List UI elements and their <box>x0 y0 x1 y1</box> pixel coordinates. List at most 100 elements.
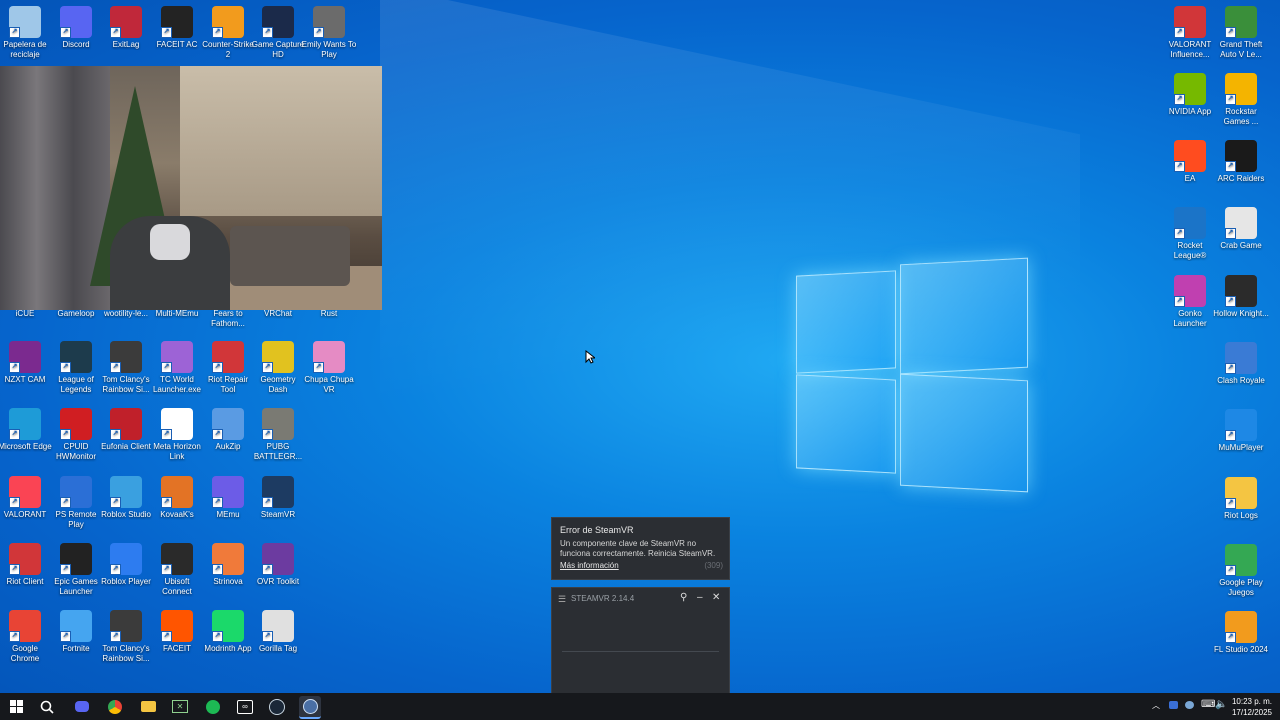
desktop-icon[interactable]: ↗ FACEIT AC <box>149 6 205 50</box>
desktop-icon-label: Riot Logs <box>1224 511 1258 520</box>
desktop-icon[interactable]: ↗ Papelera de reciclaje <box>0 6 53 60</box>
steamvr-error-notification[interactable]: Error de SteamVR Un componente clave de … <box>551 517 730 580</box>
desktop-icon[interactable]: ↗ League of Legends <box>48 341 104 395</box>
shortcut-arrow-icon: ↗ <box>262 27 273 38</box>
desktop-icon-label: Strinova <box>213 577 243 586</box>
desktop-icon-label[interactable]: iCUE <box>0 309 53 319</box>
steam-icon[interactable] <box>266 696 288 717</box>
desktop-icon[interactable]: ↗ Tom Clancy's Rainbow Si... <box>98 610 154 664</box>
notification-title: Error de SteamVR <box>560 525 634 535</box>
meta-icon[interactable]: ∞ <box>234 696 256 717</box>
desktop-icon[interactable]: ↗ Modrinth App <box>200 610 256 654</box>
spotify-icon[interactable] <box>202 696 224 717</box>
desktop-icon[interactable]: ↗ Riot Client <box>0 543 53 587</box>
desktop-icon[interactable]: ↗ FL Studio 2024 <box>1213 611 1269 655</box>
desktop-icon[interactable]: ↗ Fortnite <box>48 610 104 654</box>
webcam-vr-headset <box>150 224 190 260</box>
shortcut-arrow-icon: ↗ <box>1225 363 1236 374</box>
start-icon[interactable] <box>5 696 27 717</box>
desktop-icon-label[interactable]: Gameloop <box>48 309 104 319</box>
crab-game-icon: ↗ <box>1225 207 1257 239</box>
file-explorer-icon[interactable] <box>137 696 159 717</box>
desktop-icon[interactable]: ↗ Discord <box>48 6 104 50</box>
desktop-icon-label: League of Legends <box>58 375 94 394</box>
desktop-icon[interactable]: ↗ Crab Game <box>1213 207 1269 251</box>
close-button[interactable]: ✕ <box>712 592 720 603</box>
desktop-icon[interactable]: ↗ Counter-Strike 2 <box>200 6 256 60</box>
tray-app-icon[interactable] <box>1185 701 1194 709</box>
desktop-icon-label-text: wootility-le... <box>103 309 148 318</box>
menu-icon[interactable]: ☰ <box>558 594 566 605</box>
desktop-icon[interactable]: ↗ Emily Wants To Play <box>301 6 357 60</box>
desktop-icon[interactable]: ↗ Strinova <box>200 543 256 587</box>
desktop-icon[interactable]: ↗ VALORANT Influence... <box>1162 6 1218 60</box>
chrome-icon[interactable] <box>104 696 126 717</box>
desktop-icon[interactable]: ↗ Google Play Juegos <box>1213 544 1269 598</box>
shortcut-arrow-icon: ↗ <box>110 27 121 38</box>
desktop-icon[interactable]: ↗ Eufonia Client <box>98 408 154 452</box>
desktop-icon[interactable]: ↗ ARC Raiders <box>1213 140 1269 184</box>
desktop-icon-label[interactable]: Rust <box>301 309 357 319</box>
desktop-icon-label[interactable]: Fears to Fathom... <box>200 309 256 329</box>
desktop-icon[interactable]: ↗ AukZip <box>200 408 256 452</box>
desktop-icon[interactable]: ↗ Clash Royale <box>1213 342 1269 386</box>
desktop-icon[interactable]: ↗ PS Remote Play <box>48 476 104 530</box>
desktop-icon-label[interactable]: Multi-MEmu <box>149 309 205 319</box>
desktop-icon[interactable]: ↗ Google Chrome <box>0 610 53 664</box>
desktop-icon[interactable]: ↗ CPUID HWMonitor <box>48 408 104 462</box>
desktop-icon[interactable]: ↗ Gonko Launcher <box>1162 275 1218 329</box>
desktop-icon[interactable]: ↗ NVIDIA App <box>1162 73 1218 117</box>
desktop-icon[interactable]: ↗ Hollow Knight... <box>1213 275 1269 319</box>
desktop-icon[interactable]: ↗ Microsoft Edge <box>0 408 53 452</box>
desktop-icon[interactable]: ↗ Chupa Chupa VR <box>301 341 357 395</box>
more-info-link[interactable]: Más información <box>560 561 619 570</box>
steamvr-window[interactable]: ☰ STEAMVR 2.14.4 ⚲ – ✕ <box>551 587 730 695</box>
gorilla-tag-icon: ↗ <box>262 610 294 642</box>
desktop-icon[interactable]: ↗ Ubisoft Connect <box>149 543 205 597</box>
desktop-icon[interactable]: ↗ Meta Horizon Link <box>149 408 205 462</box>
desktop-icon-label[interactable]: wootility-le... <box>98 309 154 319</box>
desktop-icon-label: Clash Royale <box>1217 376 1265 385</box>
desktop-icon[interactable]: ↗ Tom Clancy's Rainbow Si... <box>98 341 154 395</box>
desktop-icon-label: Tom Clancy's Rainbow Si... <box>102 375 150 394</box>
show-hidden-icons-chevron-icon[interactable]: ︿ <box>1152 700 1160 711</box>
desktop-icon[interactable]: ↗ NZXT CAM <box>0 341 53 385</box>
desktop-icon[interactable]: ↗ Epic Games Launcher <box>48 543 104 597</box>
desktop-icon[interactable]: ↗ PUBG BATTLEGR... <box>250 408 306 462</box>
desktop-icon[interactable]: ↗ Gorilla Tag <box>250 610 306 654</box>
discord-icon[interactable] <box>71 696 93 717</box>
desktop-icon[interactable]: ↗ ExitLag <box>98 6 154 50</box>
desktop-icon[interactable]: ↗ VALORANT <box>0 476 53 520</box>
desktop-icon[interactable]: ↗ MEmu <box>200 476 256 520</box>
taskbar-clock[interactable]: 10:23 p. m. 17/12/2025 <box>1232 696 1272 718</box>
desktop-icon[interactable]: ↗ SteamVR <box>250 476 306 520</box>
desktop-icon[interactable]: ↗ Grand Theft Auto V Le... <box>1213 6 1269 60</box>
xbox-icon[interactable]: ✕ <box>169 696 191 717</box>
desktop-icon[interactable]: ↗ Riot Logs <box>1213 477 1269 521</box>
desktop-icon-label[interactable]: VRChat <box>250 309 306 319</box>
desktop-icon[interactable]: ↗ FACEIT <box>149 610 205 654</box>
shortcut-arrow-icon: ↗ <box>60 429 71 440</box>
minimize-button[interactable]: – <box>697 592 703 603</box>
pin-icon[interactable]: ⚲ <box>680 592 687 603</box>
desktop-icon[interactable]: ↗ Geometry Dash <box>250 341 306 395</box>
desktop-icon[interactable]: ↗ EA <box>1162 140 1218 184</box>
desktop-icon[interactable]: ↗ Rockstar Games ... <box>1213 73 1269 127</box>
search-icon[interactable] <box>36 696 58 717</box>
steamvr-titlebar[interactable]: ☰ STEAMVR 2.14.4 ⚲ – ✕ <box>552 588 729 608</box>
desktop-icon[interactable]: ↗ MuMuPlayer <box>1213 409 1269 453</box>
desktop-icon[interactable]: ↗ TC World Launcher.exe <box>149 341 205 395</box>
desktop-icon[interactable]: ↗ KovaaK's <box>149 476 205 520</box>
network-icon[interactable]: ⌨ <box>1201 699 1215 710</box>
desktop-icon[interactable]: ↗ Rocket League® <box>1162 207 1218 261</box>
desktop-icon[interactable]: ↗ OVR Toolkit <box>250 543 306 587</box>
vr-tray-icon[interactable] <box>1169 701 1178 709</box>
desktop-icon[interactable]: ↗ Roblox Studio <box>98 476 154 520</box>
desktop-icon[interactable]: ↗ Roblox Player <box>98 543 154 587</box>
steamvr-icon[interactable] <box>299 696 321 719</box>
shortcut-arrow-icon: ↗ <box>1174 94 1185 105</box>
desktop-icon[interactable]: ↗ Riot Repair Tool <box>200 341 256 395</box>
volume-icon[interactable]: 🔈 <box>1215 699 1227 710</box>
desktop-icon-label: KovaaK's <box>160 510 194 519</box>
desktop-icon[interactable]: ↗ Game Capture HD <box>250 6 306 60</box>
